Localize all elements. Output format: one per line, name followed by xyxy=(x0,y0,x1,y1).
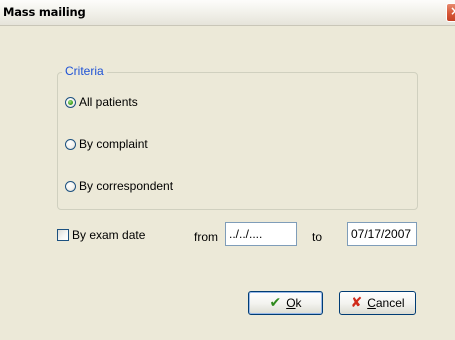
close-icon: × xyxy=(450,4,455,18)
cancel-button[interactable]: ✘ Cancel xyxy=(339,291,416,315)
by-exam-date-checkbox-row[interactable]: By exam date xyxy=(57,228,145,242)
cancel-label-rest: ancel xyxy=(375,296,405,310)
radio-all-patients[interactable]: All patients xyxy=(65,95,138,109)
ok-button[interactable]: ✔ Ok xyxy=(248,291,323,315)
radio-by-correspondent-label: By correspondent xyxy=(79,179,174,193)
cancel-accel-letter: C xyxy=(367,296,376,310)
radio-button-checked[interactable] xyxy=(65,96,76,108)
radio-by-complaint[interactable]: By complaint xyxy=(65,137,148,151)
window-title: Mass mailing xyxy=(3,5,86,19)
radio-button[interactable] xyxy=(65,180,76,192)
radio-by-complaint-label: By complaint xyxy=(79,137,148,151)
to-date-input[interactable]: 07/17/2007 xyxy=(347,222,417,246)
check-icon: ✔ xyxy=(269,295,282,311)
cancel-button-label: Cancel xyxy=(367,296,404,310)
from-label: from xyxy=(194,230,218,244)
by-exam-date-checkbox[interactable] xyxy=(57,229,69,241)
close-button[interactable]: × xyxy=(446,3,455,22)
radio-all-patients-label: All patients xyxy=(79,95,138,109)
x-icon: ✘ xyxy=(350,295,363,311)
ok-accel-letter: O xyxy=(286,296,296,310)
to-label: to xyxy=(312,230,323,244)
criteria-legend: Criteria xyxy=(62,64,107,78)
ok-button-label: Ok xyxy=(286,296,301,310)
mass-mailing-dialog: Mass mailing × Criteria All patients By … xyxy=(0,0,455,340)
ok-label-rest: k xyxy=(295,296,302,310)
radio-button[interactable] xyxy=(65,138,76,150)
from-date-input[interactable]: ../../.... xyxy=(225,222,297,246)
radio-by-correspondent[interactable]: By correspondent xyxy=(65,179,173,193)
title-bar: Mass mailing × xyxy=(0,0,455,26)
by-exam-date-label: By exam date xyxy=(72,228,146,242)
